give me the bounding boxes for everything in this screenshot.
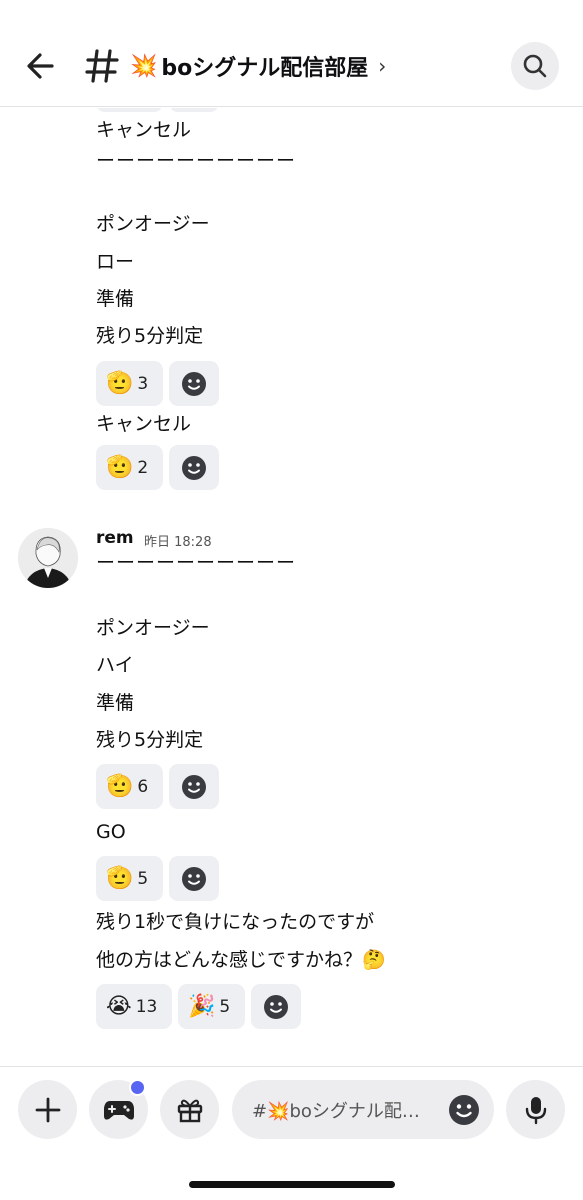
reaction-count: 5 (137, 868, 149, 889)
message-timestamp: 昨日 18:28 (144, 535, 212, 550)
voice-message-button[interactable] (506, 1080, 565, 1139)
reaction-row: 😭 13 🎉 5 (96, 984, 301, 1029)
reaction-count: 13 (135, 996, 158, 1017)
reaction-count: 3 (137, 373, 149, 394)
channel-header: 💥 boシグナル配信部屋 › (0, 0, 583, 107)
reaction-count: 5 (219, 996, 231, 1017)
chevron-right-icon: › (378, 54, 387, 78)
channel-title[interactable]: 💥 boシグナル配信部屋 › (130, 50, 386, 82)
reaction-row: 🫡 2 (96, 445, 219, 490)
message-line: ーーーーーーーーーー (96, 150, 297, 172)
message-line: 残り1秒で負けになったのですが (96, 911, 375, 933)
emoji-icon (182, 774, 206, 799)
add-attachment-button[interactable] (18, 1080, 77, 1139)
emoji-icon (182, 866, 206, 891)
channel-emoji: 💥 (130, 53, 158, 79)
microphone-icon (525, 1096, 546, 1124)
reaction-chip[interactable]: 😭 13 (96, 984, 172, 1029)
emoji-icon (264, 994, 288, 1019)
reaction-row: 🫡 3 (96, 361, 219, 406)
home-indicator (189, 1181, 395, 1188)
crying-face-emoji: 😭 (106, 993, 132, 1019)
reaction-row: 🫡 6 (96, 764, 219, 809)
message-line: 準備 (96, 288, 135, 310)
plus-icon (35, 1097, 60, 1122)
gamepad-icon (103, 1100, 134, 1120)
gift-icon (177, 1099, 202, 1122)
search-icon (523, 54, 547, 78)
saluting-face-emoji: 🫡 (106, 865, 134, 891)
message-line: GO (96, 821, 126, 843)
emoji-icon[interactable] (448, 1094, 480, 1126)
add-reaction-button[interactable] (251, 984, 301, 1029)
hash-icon (84, 46, 120, 86)
message-list[interactable]: キャンセル ーーーーーーーーーー ポンオージー ロー 準備 残り5分判定 🫡 3… (0, 108, 583, 1068)
add-reaction-partial[interactable] (169, 108, 219, 112)
reaction-chip[interactable]: 🫡 3 (96, 361, 163, 406)
reaction-chip[interactable]: 🎉 5 (178, 984, 245, 1029)
message-line: キャンセル (96, 413, 192, 435)
search-button[interactable] (511, 42, 559, 90)
add-reaction-button[interactable] (169, 856, 219, 901)
message-line: ハイ (96, 654, 134, 676)
back-arrow-icon (27, 53, 54, 79)
message-line: ポンオージー (96, 213, 210, 235)
emoji-icon (182, 455, 206, 480)
reaction-chip-partial[interactable] (96, 108, 163, 112)
saluting-face-emoji: 🫡 (106, 773, 134, 799)
message-line: 他の方はどんな感じですかね？🤔 (96, 949, 386, 971)
add-reaction-button[interactable] (169, 445, 219, 490)
message-input-placeholder: #💥boシグナル配… (252, 1100, 420, 1122)
emoji-icon (182, 371, 206, 396)
add-reaction-button[interactable] (169, 361, 219, 406)
message-line: ポンオージー (96, 617, 210, 639)
add-reaction-button[interactable] (169, 764, 219, 809)
composer-bar: #💥boシグナル配… (0, 1066, 583, 1200)
party-popper-emoji: 🎉 (188, 993, 216, 1019)
reaction-chip[interactable]: 🫡 5 (96, 856, 163, 901)
reaction-chip[interactable]: 🫡 2 (96, 445, 163, 490)
channel-name: boシグナル配信部屋 (161, 56, 369, 81)
message-line: キャンセル (96, 119, 192, 141)
gift-button[interactable] (160, 1080, 219, 1139)
back-button[interactable] (22, 48, 62, 84)
message-line: ロー (96, 251, 135, 273)
saluting-face-emoji: 🫡 (106, 454, 134, 480)
message-author[interactable]: rem (96, 528, 134, 548)
reaction-count: 2 (137, 457, 149, 478)
notification-dot (129, 1079, 146, 1096)
message-line: 準備 (96, 692, 135, 714)
reaction-count: 6 (137, 776, 149, 797)
avatar[interactable] (18, 528, 78, 588)
message-line: ーーーーーーーーーー (96, 552, 297, 574)
message-line: 残り5分判定 (96, 729, 204, 751)
message-line: 残り5分判定 (96, 325, 204, 347)
reaction-row: 🫡 5 (96, 856, 219, 901)
reaction-chip[interactable]: 🫡 6 (96, 764, 163, 809)
saluting-face-emoji: 🫡 (106, 370, 134, 396)
message-input[interactable]: #💥boシグナル配… (232, 1080, 494, 1139)
